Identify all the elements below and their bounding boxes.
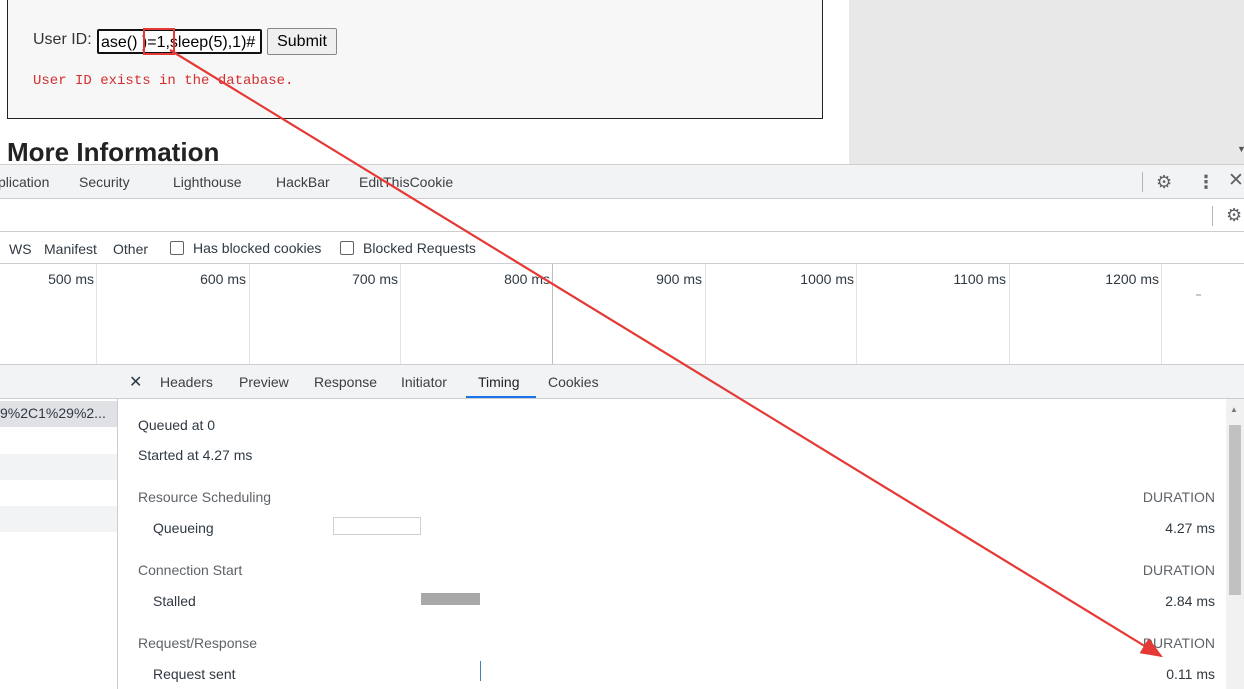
- scroll-up-icon[interactable]: ▲: [1230, 405, 1238, 414]
- userid-input[interactable]: ase() )=1,sleep(5),1)#: [97, 29, 262, 54]
- timeline-gridline: [96, 264, 97, 364]
- request-row-empty: [0, 454, 117, 480]
- userid-form: [7, 0, 823, 119]
- timing-panel: Queued at 0 Started at 4.27 ms Resource …: [118, 399, 1226, 689]
- timeline-tick-label: 1100 ms: [953, 271, 1006, 287]
- more-information-heading: More Information: [7, 137, 220, 164]
- network-overview-timeline[interactable]: 500 ms 600 ms 700 ms 800 ms 900 ms 1000 …: [0, 264, 1244, 365]
- timing-bar-queueing: [333, 517, 421, 535]
- has-blocked-cookies-label[interactable]: Has blocked cookies: [193, 240, 321, 256]
- detail-tabbar: ✕ Headers Preview Response Initiator Tim…: [118, 365, 1244, 399]
- duration-header: DURATION: [1142, 489, 1215, 505]
- timeline-marker: [1196, 294, 1201, 296]
- timeline-tick-label: 1200 ms: [1105, 271, 1159, 287]
- annotation-highlight-box: [143, 28, 175, 55]
- timing-bar-stalled: [421, 593, 480, 605]
- timeline-tick-label: 1000 ms: [800, 271, 854, 287]
- duration-header: DURATION: [1142, 635, 1215, 651]
- timeline-gridline: [249, 264, 250, 364]
- timeline-tick-label: 500 ms: [48, 271, 94, 287]
- network-filter-bar: WS Manifest Other Has blocked cookies Bl…: [0, 232, 1244, 264]
- tab-hackbar[interactable]: HackBar: [276, 174, 330, 190]
- tab-lighthouse[interactable]: Lighthouse: [173, 174, 242, 190]
- scroll-down-icon[interactable]: ▼: [1237, 144, 1244, 154]
- devtools-panel: plication Security Lighthouse HackBar Ed…: [0, 164, 1244, 689]
- tab-security[interactable]: Security: [79, 174, 130, 190]
- has-blocked-cookies-checkbox[interactable]: [170, 241, 184, 255]
- blocked-requests-label[interactable]: Blocked Requests: [363, 240, 476, 256]
- request-list: 9%2C1%29%2...: [0, 365, 118, 689]
- gear-icon[interactable]: ⚙: [1226, 206, 1242, 224]
- filter-manifest[interactable]: Manifest: [44, 241, 97, 257]
- toolbar-divider: [1212, 206, 1213, 226]
- timeline-gridline: [856, 264, 857, 364]
- request-detail-pane: ✕ Headers Preview Response Initiator Tim…: [118, 365, 1244, 689]
- started-at-text: Started at 4.27 ms: [138, 447, 253, 463]
- timeline-tick-label: 700 ms: [352, 271, 398, 287]
- timeline-gridline: [705, 264, 706, 364]
- timeline-gridline: [552, 264, 553, 364]
- request-row-empty: [0, 506, 117, 532]
- devtools-tabbar: plication Security Lighthouse HackBar Ed…: [0, 165, 1244, 199]
- submit-button[interactable]: Submit: [267, 28, 337, 55]
- timeline-gridline: [400, 264, 401, 364]
- timing-bar-request-sent: [480, 661, 481, 681]
- scrollbar-thumb[interactable]: [1229, 425, 1241, 595]
- web-page: User ID: ase() )=1,sleep(5),1)# Submit U…: [0, 0, 1244, 164]
- timing-value-queueing: 4.27 ms: [1165, 520, 1215, 536]
- section-title-connection-start: Connection Start: [138, 562, 243, 578]
- timeline-gridline: [1009, 264, 1010, 364]
- tab-headers[interactable]: Headers: [160, 374, 213, 390]
- section-title-resource-scheduling: Resource Scheduling: [138, 489, 272, 505]
- close-icon[interactable]: ✕: [129, 372, 142, 392]
- timeline-tick-label: 600 ms: [200, 271, 246, 287]
- network-toolbar: ⚙: [0, 199, 1244, 232]
- toolbar-divider: [1142, 172, 1143, 192]
- timeline-tick-label: 900 ms: [656, 271, 702, 287]
- tab-editthiscookie[interactable]: EditThisCookie: [359, 174, 453, 190]
- timing-value-stalled: 2.84 ms: [1165, 593, 1215, 609]
- tab-preview[interactable]: Preview: [239, 374, 289, 390]
- gear-icon[interactable]: ⚙: [1156, 173, 1172, 191]
- tab-response[interactable]: Response: [314, 374, 377, 390]
- timing-label-queueing: Queueing: [153, 520, 214, 536]
- section-title-request-response: Request/Response: [138, 635, 258, 651]
- close-icon[interactable]: ✕: [1228, 171, 1244, 190]
- duration-header: DURATION: [1142, 562, 1215, 578]
- kebab-menu-icon[interactable]: ⋮: [1197, 173, 1215, 191]
- blocked-requests-checkbox[interactable]: [340, 241, 354, 255]
- request-list-header: [0, 365, 118, 399]
- tab-application[interactable]: plication: [0, 174, 49, 190]
- filter-other[interactable]: Other: [113, 241, 148, 257]
- userid-label: User ID:: [33, 31, 92, 48]
- timeline-tick-label: 800 ms: [504, 271, 550, 287]
- active-tab-indicator: [466, 396, 536, 398]
- tab-cookies[interactable]: Cookies: [548, 374, 599, 390]
- tab-initiator[interactable]: Initiator: [401, 374, 447, 390]
- page-side-panel: [849, 0, 1244, 164]
- timing-label-stalled: Stalled: [153, 593, 196, 609]
- request-row[interactable]: 9%2C1%29%2...: [0, 401, 117, 427]
- timing-value-request-sent: 0.11 ms: [1166, 666, 1215, 682]
- timeline-gridline: [1161, 264, 1162, 364]
- filter-ws[interactable]: WS: [9, 241, 32, 257]
- queued-at-text: Queued at 0: [138, 417, 216, 433]
- tab-timing[interactable]: Timing: [478, 374, 520, 390]
- timing-label-request-sent: Request sent: [153, 666, 236, 682]
- result-message: User ID exists in the database.: [33, 73, 294, 89]
